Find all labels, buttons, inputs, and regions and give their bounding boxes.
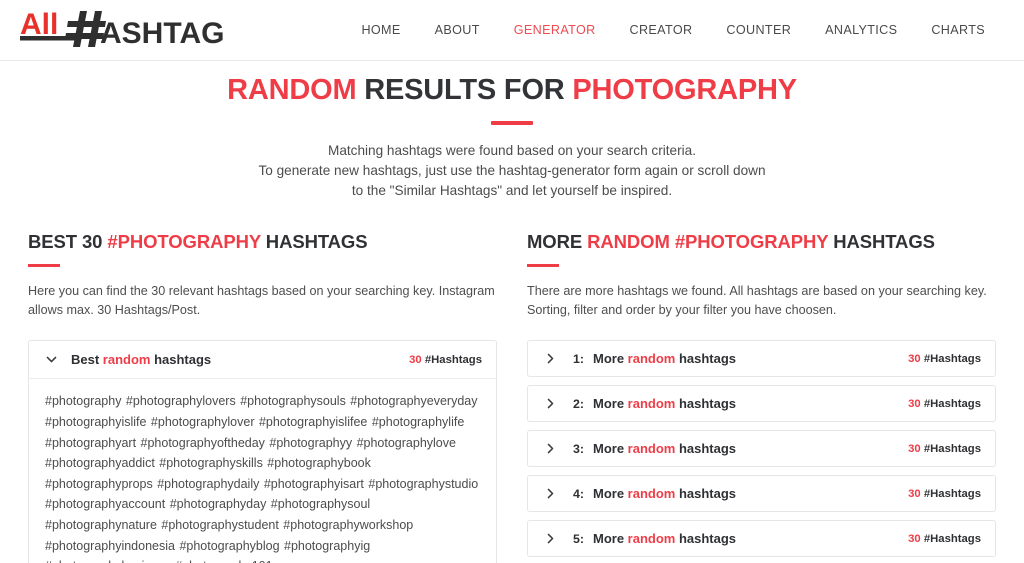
row2-count-number: 30 xyxy=(908,397,921,410)
row3-label-pre: More xyxy=(593,441,628,457)
best-hashtags-heading: BEST 30 #PHOTOGRAPHY HASHTAGS xyxy=(28,231,497,253)
row2-label-pre: More xyxy=(593,396,628,412)
row1-label-post: hashtags xyxy=(675,351,737,367)
chevron-right-icon xyxy=(544,487,557,500)
more-heading-pre: MORE xyxy=(527,231,588,253)
accordion-row-5[interactable]: 5: More random hashtags 30 #Hashtags xyxy=(527,520,996,558)
intro-line-3: to the "Similar Hashtags" and let yourse… xyxy=(351,183,673,199)
intro-line-2: To generate new hashtags, just use the h… xyxy=(258,163,766,179)
more-hashtags-accordion-list: 1: More random hashtags 30 #Hashtags 2: … xyxy=(527,340,996,558)
best-label-post: hashtags xyxy=(150,352,212,368)
row2-count-unit: #Hashtags xyxy=(920,397,981,410)
row4-count-number: 30 xyxy=(908,487,921,500)
nav-item-charts[interactable]: CHARTS xyxy=(914,17,1002,43)
results-columns: BEST 30 #PHOTOGRAPHY HASHTAGS Here you c… xyxy=(0,231,1024,563)
row1-count-unit: #Hashtags xyxy=(920,352,981,365)
best-count-number: 30 xyxy=(409,353,422,366)
row3-label-post: hashtags xyxy=(675,441,737,457)
more-hashtags-heading: MORE RANDOM #PHOTOGRAPHY HASHTAGS xyxy=(527,231,996,253)
page-title-word-keyword: PHOTOGRAPHY xyxy=(572,74,797,106)
accordion-row-label: More random hashtags xyxy=(593,486,908,501)
best-label-accent: random xyxy=(102,352,151,368)
row4-label-post: hashtags xyxy=(675,486,737,502)
best-hashtags-card: Best random hashtags 30 #Hashtags #photo… xyxy=(28,340,497,563)
row3-count-unit: #Hashtags xyxy=(920,442,981,455)
best-hashtags-count: 30 #Hashtags xyxy=(409,354,482,366)
accordion-row-number: 5: xyxy=(573,531,585,546)
row3-label-accent: random xyxy=(627,441,676,457)
logo-text-ashtag: ASHTAG xyxy=(100,17,224,50)
more-heading-post: HASHTAGS xyxy=(828,231,935,253)
more-heading-divider xyxy=(527,264,559,268)
accordion-row-count: 30 #Hashtags xyxy=(908,353,981,365)
row2-label-accent: random xyxy=(627,396,676,412)
row5-count-number: 30 xyxy=(908,532,921,545)
accordion-row-label: More random hashtags xyxy=(593,396,908,411)
page-title-word-random: RANDOM xyxy=(227,74,357,106)
chevron-right-icon xyxy=(544,442,557,455)
best-hashtags-accordion-label: Best random hashtags xyxy=(71,352,409,367)
accordion-row-4[interactable]: 4: More random hashtags 30 #Hashtags xyxy=(527,475,996,513)
row1-label-accent: random xyxy=(627,351,676,367)
site-logo[interactable]: All ASHTAG xyxy=(18,7,234,53)
best-heading-divider xyxy=(28,264,60,268)
intro-paragraph: Matching hashtags were found based on yo… xyxy=(0,141,1024,201)
more-heading-keyword: RANDOM #PHOTOGRAPHY xyxy=(587,231,829,253)
accordion-row-label: More random hashtags xyxy=(593,531,908,546)
best-heading-pre: BEST 30 xyxy=(28,231,108,253)
page-title-word-results: RESULTS FOR xyxy=(364,74,565,106)
nav-item-generator[interactable]: GENERATOR xyxy=(497,17,613,43)
page-title: RANDOM RESULTS FOR PHOTOGRAPHY xyxy=(0,74,1024,107)
chevron-right-icon xyxy=(544,532,557,545)
accordion-row-count: 30 #Hashtags xyxy=(908,398,981,410)
page-title-block: RANDOM RESULTS FOR PHOTOGRAPHY Matching … xyxy=(0,61,1024,201)
accordion-row-3[interactable]: 3: More random hashtags 30 #Hashtags xyxy=(527,430,996,468)
chevron-right-icon xyxy=(544,352,557,365)
nav-item-home[interactable]: HOME xyxy=(344,17,417,43)
row4-label-accent: random xyxy=(627,486,676,502)
nav-item-analytics[interactable]: ANALYTICS xyxy=(808,17,914,43)
best-hashtags-accordion-header[interactable]: Best random hashtags 30 #Hashtags xyxy=(29,341,496,380)
site-header: All ASHTAG HOME ABOUT GENERATOR CREATOR … xyxy=(0,0,1024,61)
row5-label-post: hashtags xyxy=(675,531,737,547)
nav-item-counter[interactable]: COUNTER xyxy=(709,17,808,43)
accordion-row-1[interactable]: 1: More random hashtags 30 #Hashtags xyxy=(527,340,996,378)
accordion-row-count: 30 #Hashtags xyxy=(908,488,981,500)
nav-item-about[interactable]: ABOUT xyxy=(418,17,497,43)
accordion-row-label: More random hashtags xyxy=(593,351,908,366)
chevron-right-icon xyxy=(544,397,557,410)
row5-label-pre: More xyxy=(593,531,628,547)
best-hashtags-list[interactable]: #photography #photographylovers #photogr… xyxy=(29,379,496,563)
row4-label-pre: More xyxy=(593,486,628,502)
main-navigation: HOME ABOUT GENERATOR CREATOR COUNTER ANA… xyxy=(344,17,1002,43)
best-label-pre: Best xyxy=(71,352,103,368)
row2-label-post: hashtags xyxy=(675,396,737,412)
chevron-down-icon xyxy=(45,353,58,366)
nav-item-creator[interactable]: CREATOR xyxy=(613,17,710,43)
accordion-row-2[interactable]: 2: More random hashtags 30 #Hashtags xyxy=(527,385,996,423)
row1-count-number: 30 xyxy=(908,352,921,365)
more-hashtags-description: There are more hashtags we found. All ha… xyxy=(527,284,987,318)
row4-count-unit: #Hashtags xyxy=(920,487,981,500)
row3-count-number: 30 xyxy=(908,442,921,455)
title-divider xyxy=(491,121,533,126)
accordion-row-count: 30 #Hashtags xyxy=(908,533,981,545)
logo-mark: All ASHTAG xyxy=(20,8,224,50)
row5-count-unit: #Hashtags xyxy=(920,532,981,545)
row5-label-accent: random xyxy=(627,531,676,547)
accordion-row-number: 2: xyxy=(573,396,585,411)
accordion-row-number: 4: xyxy=(573,486,585,501)
best-hashtags-description: Here you can find the 30 relevant hashta… xyxy=(28,284,495,318)
more-hashtags-column: MORE RANDOM #PHOTOGRAPHY HASHTAGS There … xyxy=(527,231,996,563)
best-count-unit: #Hashtags xyxy=(421,353,482,366)
best-heading-post: HASHTAGS xyxy=(260,231,368,253)
row1-label-pre: More xyxy=(593,351,628,367)
accordion-row-count: 30 #Hashtags xyxy=(908,443,981,455)
intro-line-1: Matching hashtags were found based on yo… xyxy=(328,143,696,159)
best-heading-keyword: #PHOTOGRAPHY xyxy=(107,231,261,253)
accordion-row-number: 3: xyxy=(573,441,585,456)
best-hashtags-column: BEST 30 #PHOTOGRAPHY HASHTAGS Here you c… xyxy=(28,231,497,563)
accordion-row-label: More random hashtags xyxy=(593,441,908,456)
accordion-row-number: 1: xyxy=(573,351,585,366)
